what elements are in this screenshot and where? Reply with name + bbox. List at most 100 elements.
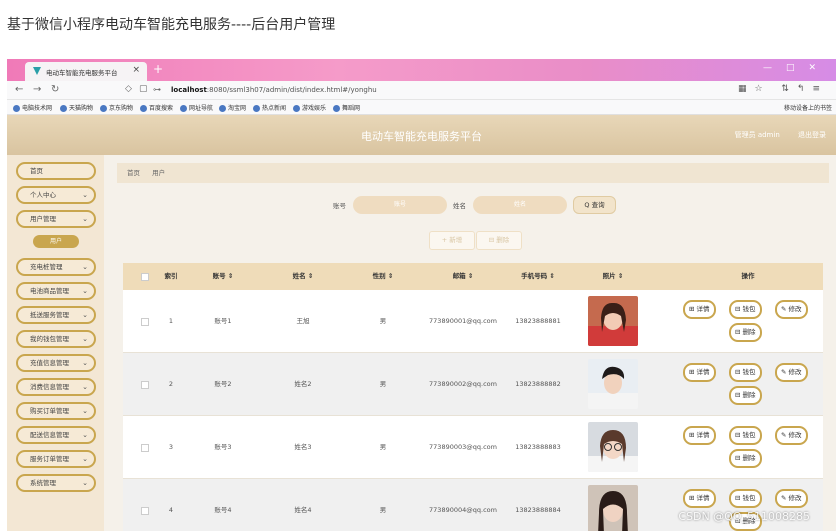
window-controls[interactable]: —□✕ — [763, 63, 830, 73]
sidebar-item-recharge[interactable]: 充值信息管理 ⌄ — [16, 354, 96, 372]
query-button[interactable]: Q 查询 — [573, 196, 616, 214]
table-row: 2 账号2 姓名2 男 773890002@qq.com 13823888882… — [123, 353, 823, 416]
table-row: 3 账号3 姓名3 男 773890003@qq.com 13823888883… — [123, 416, 823, 479]
sidebar-item-consumption[interactable]: 消费信息管理 ⌄ — [16, 378, 96, 396]
shield-icon[interactable]: ◇ — [125, 84, 132, 94]
th-gender[interactable]: 性别 ⇕ — [343, 263, 423, 290]
row-checkbox[interactable] — [141, 507, 149, 515]
breadcrumb-home[interactable]: 首页 — [127, 169, 140, 177]
cell-gender: 男 — [379, 443, 387, 451]
chevron-down-icon: ⌄ — [82, 383, 88, 391]
bookmark-item[interactable]: 天猫购物 — [60, 103, 93, 112]
browser-tab[interactable]: 电动车智能充电服务平台 × — [25, 62, 147, 81]
chevron-down-icon: ⌄ — [82, 359, 88, 367]
toolbar-icons[interactable]: ▦☆ ⇅↰≡ — [738, 84, 828, 94]
cell-email: 773890001@qq.com — [429, 317, 497, 325]
detail-button[interactable]: ⊞ 详情 — [683, 363, 716, 382]
cell-email: 773890002@qq.com — [429, 380, 497, 388]
th-name[interactable]: 姓名 ⇕ — [263, 263, 343, 290]
sidebar-item-charging-pile[interactable]: 充电桩管理 ⌄ — [16, 258, 96, 276]
url-path: :8080/ssml3h07/admin/dist/index.html#/yo… — [206, 86, 377, 94]
th-photo[interactable]: 照片 ⇕ — [573, 263, 653, 290]
cell-name: 王旭 — [296, 317, 310, 325]
account-search-input[interactable]: 账号 — [353, 196, 447, 214]
sidebar-item-delivery-service[interactable]: 抵送服务管理 ⌄ — [16, 306, 96, 324]
breadcrumb: 首页 用户 — [117, 163, 829, 183]
browser-window: 电动车智能充电服务平台 × + —□✕ ← → ↻ ◇ ▢ ⊶ localhos… — [7, 59, 836, 531]
cell-gender: 男 — [379, 380, 387, 388]
bookmark-item[interactable]: 热点新闻 — [253, 103, 286, 112]
browser-titlebar: 电动车智能充电服务平台 × + —□✕ — [7, 59, 836, 81]
reload-icon[interactable]: ↻ — [51, 84, 59, 95]
tab-favicon-icon — [33, 67, 41, 75]
delete-button[interactable]: ⊟ 删除 — [729, 386, 762, 405]
bookmarks-bar: 电脑技术网 天猫购物 京东购物 百度搜索 网址导航 淘宝网 热点新闻 游戏娱乐 … — [7, 100, 836, 115]
url-field[interactable]: localhost:8080/ssml3h07/admin/dist/index… — [171, 86, 377, 94]
th-actions: 操作 — [741, 272, 755, 280]
delete-button[interactable]: ⊟ 删除 — [729, 449, 762, 468]
bookmark-item[interactable]: 百度搜索 — [140, 103, 173, 112]
tab-close-icon[interactable]: × — [132, 65, 140, 75]
table-row: 4 账号4 姓名4 男 773890004@qq.com 13823888884… — [123, 479, 823, 531]
cell-phone: 13823888883 — [515, 443, 561, 451]
bookmark-item[interactable]: 电脑技术网 — [13, 103, 52, 112]
mobile-bookmarks[interactable]: 移动设备上的书签 — [784, 103, 832, 112]
globe-icon — [60, 105, 67, 112]
bookmark-item[interactable]: 网址导航 — [180, 103, 213, 112]
sidebar: 首页 个人中心 ⌄ 用户管理 ⌄ 用户 充电桩管理 ⌄ 电池商品管理 ⌄ 抵送服务管理 ⌄… — [7, 155, 104, 531]
bookmark-item[interactable]: 舞蹈网 — [333, 103, 360, 112]
user-photo — [588, 296, 638, 346]
sidebar-item-system[interactable]: 系统管理 ⌄ — [16, 474, 96, 492]
edit-button[interactable]: ✎ 修改 — [775, 363, 808, 382]
row-checkbox[interactable] — [141, 381, 149, 389]
forward-icon[interactable]: → — [33, 84, 41, 95]
sidebar-item-profile[interactable]: 个人中心 ⌄ — [16, 186, 96, 204]
table-row: 1 账号1 王旭 男 773890001@qq.com 13823888881 … — [123, 290, 823, 353]
url-host: localhost — [171, 86, 207, 94]
new-tab-button[interactable]: + — [153, 62, 163, 76]
logout-link[interactable]: 退出登录 — [798, 131, 826, 139]
wallet-button[interactable]: ⊟ 钱包 — [729, 489, 762, 508]
user-photo — [588, 359, 638, 409]
row-checkbox[interactable] — [141, 444, 149, 452]
bulk-delete-button[interactable]: ⊟ 删除 — [476, 231, 522, 250]
th-email[interactable]: 邮箱 ⇕ — [423, 263, 503, 290]
cell-phone: 13823888882 — [515, 380, 561, 388]
sidebar-item-home[interactable]: 首页 — [16, 162, 96, 180]
key-icon[interactable]: ⊶ — [153, 85, 161, 94]
add-button[interactable]: + 新增 — [429, 231, 475, 250]
sidebar-item-delivery-info[interactable]: 配送信息管理 ⌄ — [16, 426, 96, 444]
back-icon[interactable]: ← — [15, 84, 23, 95]
globe-icon — [253, 105, 260, 112]
delete-button[interactable]: ⊟ 删除 — [729, 323, 762, 342]
edit-button[interactable]: ✎ 修改 — [775, 426, 808, 445]
chevron-down-icon: ⌄ — [82, 455, 88, 463]
cell-account: 账号1 — [214, 317, 232, 325]
select-all-checkbox[interactable] — [141, 273, 149, 281]
detail-button[interactable]: ⊞ 详情 — [683, 426, 716, 445]
bookmark-item[interactable]: 游戏娱乐 — [293, 103, 326, 112]
sidebar-item-battery[interactable]: 电池商品管理 ⌄ — [16, 282, 96, 300]
row-checkbox[interactable] — [141, 318, 149, 326]
edit-button[interactable]: ✎ 修改 — [775, 489, 808, 508]
detail-button[interactable]: ⊞ 详情 — [683, 489, 716, 508]
bookmark-item[interactable]: 淘宝网 — [219, 103, 246, 112]
sidebar-item-service-orders[interactable]: 服务订单管理 ⌄ — [16, 450, 96, 468]
submenu-users-active[interactable]: 用户 — [33, 235, 79, 248]
detail-button[interactable]: ⊞ 详情 — [683, 300, 716, 319]
chevron-down-icon: ⌄ — [82, 191, 88, 199]
cell-gender: 男 — [379, 317, 387, 325]
bookmark-item[interactable]: 京东购物 — [100, 103, 133, 112]
th-phone[interactable]: 手机号码 ⇕ — [503, 263, 573, 290]
edit-button[interactable]: ✎ 修改 — [775, 300, 808, 319]
th-account[interactable]: 账号 ⇕ — [183, 263, 263, 290]
wallet-button[interactable]: ⊟ 钱包 — [729, 300, 762, 319]
sidebar-item-users[interactable]: 用户管理 ⌄ — [16, 210, 96, 228]
wallet-button[interactable]: ⊟ 钱包 — [729, 426, 762, 445]
chevron-down-icon: ⌄ — [82, 311, 88, 319]
wallet-button[interactable]: ⊟ 钱包 — [729, 363, 762, 382]
name-search-input[interactable]: 姓名 — [473, 196, 567, 214]
sidebar-item-wallet[interactable]: 我的钱包管理 ⌄ — [16, 330, 96, 348]
cell-account: 账号4 — [214, 506, 232, 514]
sidebar-item-purchase-orders[interactable]: 购买订单管理 ⌄ — [16, 402, 96, 420]
